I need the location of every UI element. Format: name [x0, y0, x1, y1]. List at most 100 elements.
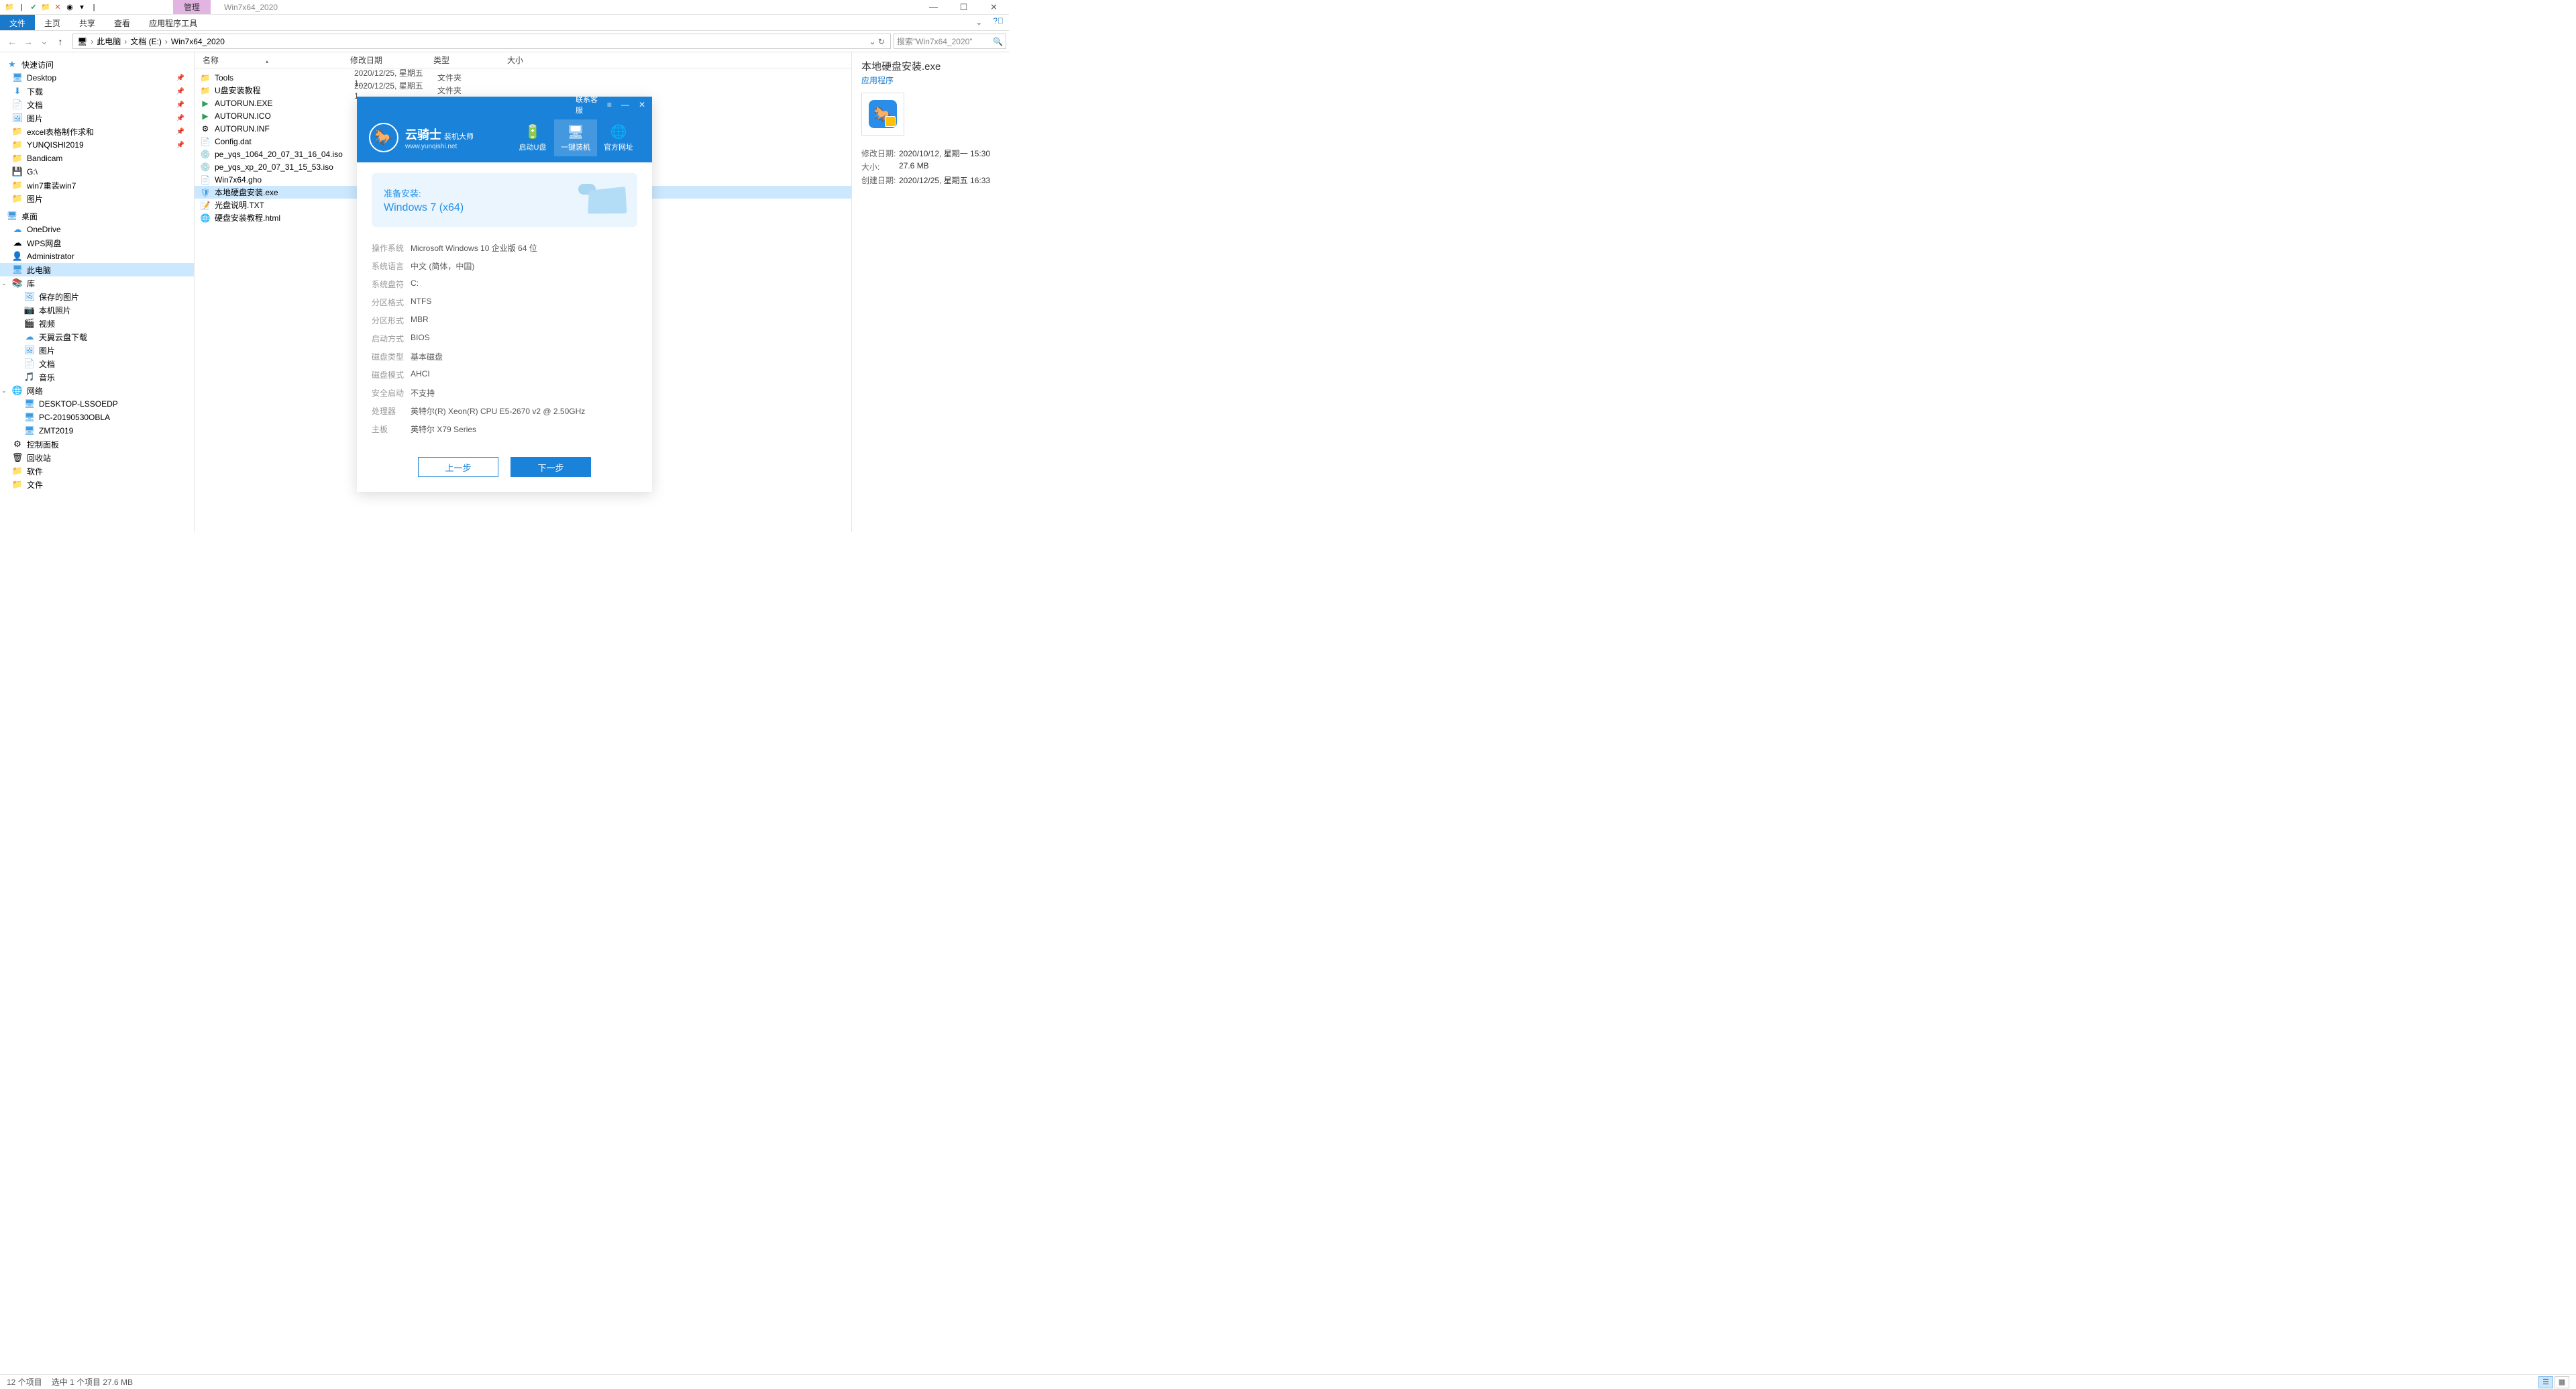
breadcrumb-part[interactable]: 文档 (E:): [129, 36, 163, 47]
expand-icon[interactable]: ⌄: [1, 280, 7, 287]
prev-button[interactable]: 上一步: [418, 457, 498, 477]
view-large-button[interactable]: ▦: [2555, 1376, 2569, 1388]
nav-item[interactable]: 🖼图片: [0, 344, 194, 357]
nav-item[interactable]: ☁WPS网盘: [0, 236, 194, 250]
ribbon-expand-icon[interactable]: ⌄: [970, 15, 987, 30]
close-icon[interactable]: ✕: [52, 2, 63, 13]
nav-buttons: ← → ⌄ ↑: [3, 35, 70, 48]
nav-item[interactable]: 👤Administrator: [0, 250, 194, 263]
column-size[interactable]: 大小: [507, 54, 568, 66]
contact-link[interactable]: 联系客服: [361, 94, 600, 115]
file-name: 本地硬盘安装.exe: [215, 187, 354, 198]
item-icon: 🖥: [24, 399, 35, 409]
info-label: 磁盘类型: [372, 351, 411, 362]
nav-item[interactable]: 📁文件: [0, 478, 194, 491]
nav-item[interactable]: 📄文档: [0, 357, 194, 370]
folder-icon[interactable]: 📁: [40, 2, 51, 13]
quick-access-root[interactable]: ★ 快速访问: [0, 58, 194, 71]
nav-item[interactable]: 📄文档📌: [0, 98, 194, 111]
expand-icon[interactable]: ⌄: [1, 387, 7, 395]
nav-icon: 🔋: [511, 123, 554, 140]
info-value: 中文 (简体，中国): [411, 260, 474, 272]
menu-icon[interactable]: ≡: [604, 100, 614, 109]
close-button[interactable]: ✕: [979, 0, 1009, 15]
nav-item[interactable]: 📷本机照片: [0, 303, 194, 317]
forward-button[interactable]: →: [21, 35, 35, 48]
maximize-button[interactable]: ☐: [949, 0, 979, 15]
logo-name: 云骑士装机大师: [405, 125, 474, 143]
chevron-right-icon[interactable]: ›: [122, 37, 129, 46]
nav-item[interactable]: 📁软件: [0, 464, 194, 478]
breadcrumb[interactable]: 🖥 › 此电脑 › 文档 (E:) › Win7x64_2020 ⌄ ↻: [72, 34, 891, 49]
back-button[interactable]: ←: [5, 35, 19, 48]
nav-item[interactable]: 🎬视频: [0, 317, 194, 330]
recent-dropdown-icon[interactable]: ⌄: [38, 35, 51, 48]
column-type[interactable]: 类型: [433, 54, 507, 66]
minimize-button[interactable]: —: [918, 0, 949, 15]
item-icon: 🖼: [24, 291, 35, 302]
view-details-button[interactable]: ☰: [2538, 1376, 2553, 1388]
manage-context-tab[interactable]: 管理: [173, 0, 211, 14]
nav-item[interactable]: ☁天翼云盘下载: [0, 330, 194, 344]
dialog-nav-item[interactable]: 🖥一键装机: [554, 119, 597, 156]
nav-item[interactable]: 📁win7重装win7: [0, 178, 194, 192]
help-icon[interactable]: ?⃝: [987, 15, 1009, 30]
nav-item[interactable]: 🖥此电脑: [0, 263, 194, 276]
nav-item[interactable]: 🖥ZMT2019: [0, 424, 194, 438]
file-name: AUTORUN.EXE: [215, 99, 354, 108]
info-value: BIOS: [411, 333, 430, 344]
properties-icon[interactable]: ◉: [64, 2, 75, 13]
breadcrumb-part[interactable]: 此电脑: [95, 36, 122, 47]
ribbon-tab-apptools[interactable]: 应用程序工具: [140, 15, 207, 30]
ribbon-tab-view[interactable]: 查看: [105, 15, 140, 30]
search-icon[interactable]: 🔍: [993, 37, 1003, 46]
up-button[interactable]: ↑: [54, 35, 67, 48]
file-row[interactable]: 📁Tools2020/12/25, 星期五 1…文件夹: [195, 71, 851, 84]
chevron-right-icon[interactable]: ›: [163, 37, 170, 46]
nav-item[interactable]: ☁OneDrive: [0, 223, 194, 236]
desktop-root[interactable]: 🖥 桌面: [0, 209, 194, 223]
nav-item[interactable]: 📁YUNQISHI2019📌: [0, 138, 194, 152]
file-name: pe_yqs_1064_20_07_31_16_04.iso: [215, 150, 354, 159]
item-label: 文档: [39, 358, 55, 370]
nav-item[interactable]: 🗑回收站: [0, 451, 194, 464]
nav-item[interactable]: 🖥PC-20190530OBLA: [0, 411, 194, 424]
card-title: 准备安装:: [384, 187, 464, 199]
nav-item[interactable]: ⌄📚库: [0, 276, 194, 290]
dialog-titlebar[interactable]: 联系客服 ≡ — ✕: [357, 97, 652, 113]
nav-item[interactable]: ⌄🌐网络: [0, 384, 194, 397]
nav-item[interactable]: 🖼图片📌: [0, 111, 194, 125]
info-label: 系统盘符: [372, 278, 411, 290]
chevron-right-icon[interactable]: ›: [89, 37, 95, 46]
nav-item[interactable]: 🖥Desktop📌: [0, 71, 194, 85]
minimize-icon[interactable]: —: [619, 100, 632, 109]
dialog-nav-item[interactable]: 🔋启动U盘: [511, 119, 554, 156]
check-icon[interactable]: ✔: [28, 2, 39, 13]
ribbon-tab-home[interactable]: 主页: [35, 15, 70, 30]
info-row: 分区形式MBR: [372, 311, 637, 329]
file-tab[interactable]: 文件: [0, 15, 35, 30]
nav-item[interactable]: 📁excel表格制作求和📌: [0, 125, 194, 138]
column-date[interactable]: 修改日期: [350, 54, 433, 66]
file-icon: 📁: [200, 85, 211, 96]
search-input[interactable]: 搜索"Win7x64_2020" 🔍: [894, 34, 1006, 49]
ribbon-tab-share[interactable]: 共享: [70, 15, 105, 30]
dialog-nav-item[interactable]: 🌐官方网址: [597, 119, 640, 156]
breadcrumb-part[interactable]: Win7x64_2020: [170, 37, 226, 46]
next-button[interactable]: 下一步: [511, 457, 591, 477]
refresh-dropdown-icon[interactable]: ⌄ ↻: [867, 37, 888, 46]
nav-item[interactable]: ⚙控制面板: [0, 438, 194, 451]
close-icon[interactable]: ✕: [636, 100, 648, 109]
nav-item[interactable]: 🖥DESKTOP-LSSOEDP: [0, 397, 194, 411]
nav-item[interactable]: 📁Bandicam: [0, 152, 194, 165]
info-label: 主板: [372, 423, 411, 435]
nav-item[interactable]: ⬇下载📌: [0, 85, 194, 98]
nav-item[interactable]: 📁图片: [0, 192, 194, 205]
nav-item[interactable]: 🖼保存的图片: [0, 290, 194, 303]
nav-item[interactable]: 🎵音乐: [0, 370, 194, 384]
dropdown-icon[interactable]: ▾: [76, 2, 87, 13]
navigation-pane[interactable]: ★ 快速访问 🖥Desktop📌⬇下载📌📄文档📌🖼图片📌📁excel表格制作求和…: [0, 52, 195, 532]
nav-item[interactable]: 💾G:\: [0, 165, 194, 178]
item-label: 文件: [27, 479, 43, 491]
column-name[interactable]: 名称▴: [195, 54, 350, 66]
